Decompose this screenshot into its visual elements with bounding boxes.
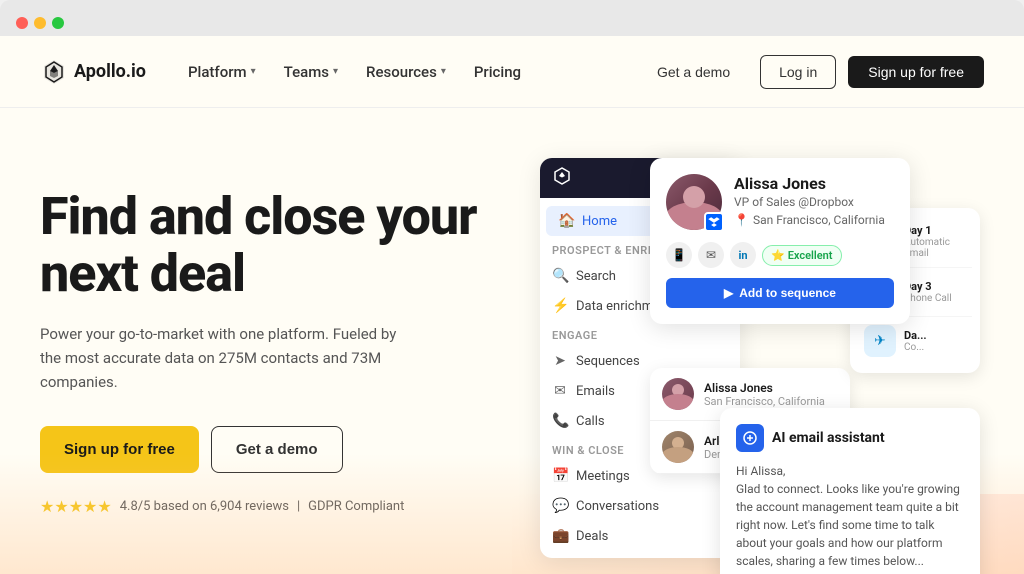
resources-chevron-icon: ▾ — [441, 66, 446, 77]
nav-platform[interactable]: Platform ▾ — [178, 57, 266, 87]
apollo-logo-icon — [40, 58, 68, 86]
logo-text: Apollo.io — [74, 61, 146, 82]
add-to-sequence-button[interactable]: ▶ Add to sequence — [666, 278, 894, 308]
page: Apollo.io Platform ▾ Teams ▾ Resources ▾… — [0, 36, 1024, 574]
sidebar-emails-label: Emails — [576, 384, 615, 399]
seq-info-2: Da... Co... — [904, 329, 927, 353]
email-badge[interactable]: ✉ — [698, 242, 724, 268]
hero-right: ⊞ 🏠 Home Prospect & enrich 🔍 Search ⚡ — [520, 168, 984, 574]
ai-greeting: Hi Alissa, — [736, 464, 785, 478]
hero-signup-button[interactable]: Sign up for free — [40, 426, 199, 473]
platform-chevron-icon: ▾ — [251, 66, 256, 77]
sidebar-section-engage: Engage — [540, 321, 740, 346]
sidebar-search-label: Search — [576, 269, 616, 284]
rating-score: 4.8/5 based on 6,904 reviews — [120, 499, 289, 514]
profile-role: VP of Sales @Dropbox — [734, 195, 885, 209]
seq-day-0: Day 1 — [904, 224, 966, 237]
rating-compliance: GDPR Compliant — [308, 499, 404, 514]
conversations-icon: 💬 — [552, 498, 568, 514]
hero-subtitle: Power your go-to-market with one platfor… — [40, 322, 420, 394]
rating-stars: ★★★★★ — [40, 497, 112, 516]
hero-ctas: Sign up for free Get a demo — [40, 426, 520, 473]
profile-info: Alissa Jones VP of Sales @Dropbox 📍 San … — [734, 174, 885, 230]
seq-item-2: ✈ Da... Co... — [858, 317, 972, 365]
seq-info-1: Day 3 Phone Call — [904, 280, 952, 304]
person-avatar-1 — [662, 431, 694, 463]
star-icon: ⭐ — [771, 249, 785, 262]
ai-body-text: Glad to connect. Looks like you're growi… — [736, 482, 960, 568]
profile-badges: 📱 ✉ in ⭐ Excellent — [666, 242, 894, 268]
ai-icon — [736, 424, 764, 452]
sidebar-sequences-label: Sequences — [576, 354, 640, 369]
seq-type-0: Automatic Email — [904, 237, 966, 259]
browser-maximize-dot[interactable] — [52, 17, 64, 29]
nav-resources[interactable]: Resources ▾ — [356, 57, 456, 87]
sequences-icon: ➤ — [552, 353, 568, 369]
nav-links: Platform ▾ Teams ▾ Resources ▾ Pricing — [178, 57, 531, 87]
sidebar-meetings-label: Meetings — [576, 469, 630, 484]
person-name-0: Alissa Jones — [704, 381, 825, 395]
sidebar-deals-label: Deals — [576, 529, 608, 544]
rating-divider: | — [297, 499, 300, 514]
dropbox-badge — [704, 212, 724, 232]
seq-type-1: Phone Call — [904, 293, 952, 304]
browser-chrome — [0, 0, 1024, 36]
nav-teams[interactable]: Teams ▾ — [274, 57, 348, 87]
quality-badge: ⭐ Excellent — [762, 245, 842, 266]
browser-close-dot[interactable] — [16, 17, 28, 29]
teams-chevron-icon: ▾ — [333, 66, 338, 77]
hero-left: Find and close your next deal Power your… — [40, 168, 520, 516]
ai-panel-title: AI email assistant — [772, 430, 885, 446]
get-demo-button[interactable]: Get a demo — [639, 56, 748, 88]
home-icon: 🏠 — [558, 213, 574, 229]
emails-icon: ✉ — [552, 383, 568, 399]
person-location-0: San Francisco, California — [704, 395, 825, 408]
calls-icon: 📞 — [552, 413, 568, 429]
sidebar-calls-label: Calls — [576, 414, 605, 429]
ai-email-panel: AI email assistant Hi Alissa, Glad to co… — [720, 408, 980, 574]
hero-demo-button[interactable]: Get a demo — [211, 426, 343, 473]
phone-badge[interactable]: 📱 — [666, 242, 692, 268]
hero-title: Find and close your next deal — [40, 188, 520, 302]
nav-left: Apollo.io Platform ▾ Teams ▾ Resources ▾… — [40, 57, 531, 87]
sequence-arrow-icon: ▶ — [724, 286, 733, 300]
sidebar-item-deals[interactable]: 💼 Deals — [540, 521, 740, 551]
sidebar-item-conversations[interactable]: 💬 Conversations — [540, 491, 740, 521]
ai-panel-body: Hi Alissa, Glad to connect. Looks like y… — [736, 462, 964, 570]
linkedin-badge[interactable]: in — [730, 242, 756, 268]
signup-button[interactable]: Sign up for free — [848, 56, 984, 88]
person-info-0: Alissa Jones San Francisco, California — [704, 381, 825, 408]
location-pin-icon: 📍 — [734, 213, 749, 227]
seq-day-1: Day 3 — [904, 280, 952, 293]
hero-rating: ★★★★★ 4.8/5 based on 6,904 reviews | GDP… — [40, 497, 520, 516]
person-avatar-0 — [662, 378, 694, 410]
enrichment-icon: ⚡ — [552, 298, 568, 314]
app-logo-small — [552, 166, 572, 190]
sidebar-conversations-label: Conversations — [576, 499, 659, 514]
nav-right: Get a demo Log in Sign up for free — [639, 55, 984, 89]
search-icon: 🔍 — [552, 268, 568, 284]
profile-top: Alissa Jones VP of Sales @Dropbox 📍 San … — [666, 174, 894, 230]
nav-pricing[interactable]: Pricing — [464, 57, 531, 87]
browser-minimize-dot[interactable] — [34, 17, 46, 29]
logo[interactable]: Apollo.io — [40, 58, 146, 86]
ai-panel-header: AI email assistant — [736, 424, 964, 452]
sidebar-section-tools: Tools & workflows — [540, 551, 740, 558]
deals-icon: 💼 — [552, 528, 568, 544]
seq-info-0: Day 1 Automatic Email — [904, 224, 966, 259]
profile-location: 📍 San Francisco, California — [734, 213, 885, 227]
seq-type-2: Co... — [904, 342, 927, 353]
message-seq-icon: ✈ — [864, 325, 896, 357]
sidebar-home-label: Home — [582, 214, 617, 229]
seq-day-2: Da... — [904, 329, 927, 342]
meetings-icon: 📅 — [552, 468, 568, 484]
login-button[interactable]: Log in — [760, 55, 836, 89]
hero-section: Find and close your next deal Power your… — [0, 108, 1024, 574]
profile-name: Alissa Jones — [734, 174, 885, 193]
profile-card: Alissa Jones VP of Sales @Dropbox 📍 San … — [650, 158, 910, 324]
navbar: Apollo.io Platform ▾ Teams ▾ Resources ▾… — [0, 36, 1024, 108]
